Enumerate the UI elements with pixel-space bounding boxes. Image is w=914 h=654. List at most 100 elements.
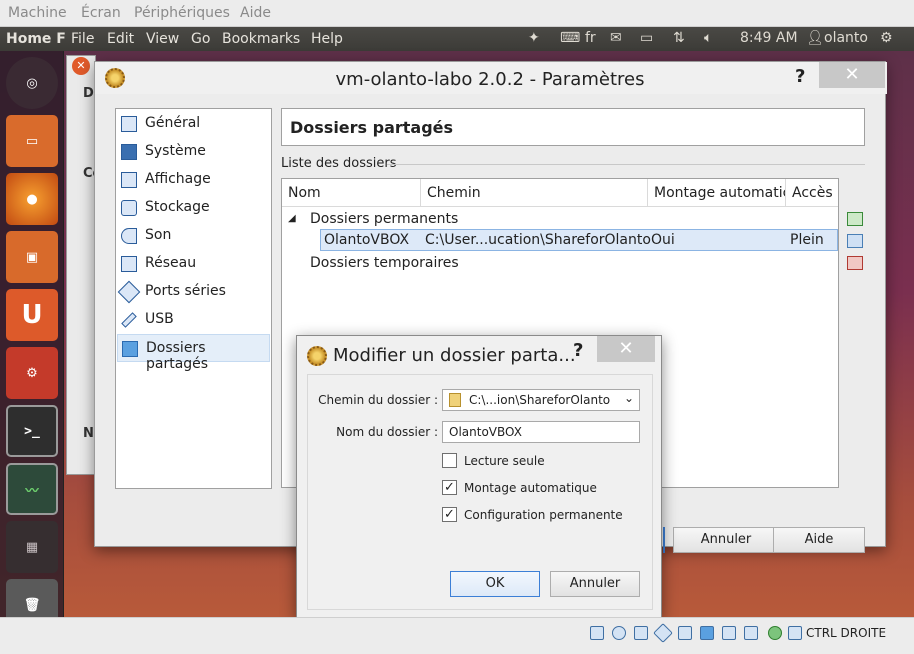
remove-folder-icon[interactable] [847,256,863,270]
settings-titlebar: vm-olanto-labo 2.0.2 - Paramètres ? ✕ [95,62,887,94]
ok-button[interactable]: OK [450,571,540,597]
firefox-icon[interactable]: ● [6,173,58,225]
bg-close-icon[interactable]: ✕ [72,57,90,75]
menu-go[interactable]: Go [191,31,210,47]
menu-file[interactable]: File [71,31,94,47]
software-center-icon[interactable]: ▣ [6,231,58,283]
volume-icon[interactable]: 🔈︎ [704,30,712,46]
system-monitor-icon[interactable]: 〰 [6,463,58,515]
host-menu-peripheriques[interactable]: Périphériques [134,5,230,21]
unity-launcher: ◎ ▭ ● ▣ U ⚙ >_ 〰 ▦ 🗑︎ [0,51,64,617]
nav-item-son[interactable]: Son [117,222,270,250]
user-icon[interactable]: 👤︎ [806,30,824,46]
user-name[interactable]: olanto [824,30,868,46]
nav-label: Ports séries [145,283,226,299]
menu-help[interactable]: Help [311,31,343,47]
clock[interactable]: 8:49 AM [740,30,798,46]
edit-folder-icon[interactable] [847,234,863,248]
monitor-icon [121,172,137,188]
bg-label-1: D [83,86,94,101]
host-menu-machine[interactable]: Machine [8,5,67,21]
nav-label: Général [145,115,201,131]
mail-icon[interactable]: ✉ [610,30,622,46]
add-folder-icon[interactable] [847,212,863,226]
dialog-title: Modifier un dossier parta... [333,345,576,366]
video-capture-icon[interactable] [744,626,758,640]
chevron-down-icon[interactable]: ⌄ [624,391,634,405]
nav-item-general[interactable]: Général [117,110,270,138]
bg-label-3: N [83,426,94,441]
host-menu-aide[interactable]: Aide [240,5,271,21]
col-header-acces[interactable]: Accès [786,179,838,207]
col-header-nom[interactable]: Nom [282,179,421,207]
virtualbox-gear-icon [307,346,327,366]
keyboard-capture-icon[interactable] [788,626,802,640]
display-status-icon[interactable] [722,626,736,640]
nav-item-systeme[interactable]: Système [117,138,270,166]
battery-icon[interactable]: ▭ [640,30,653,46]
system-gear-icon[interactable]: ⚙ [880,30,893,46]
keyboard-layout[interactable]: fr [585,30,596,46]
group-temporary[interactable]: Dossiers temporaires [310,255,459,271]
menu-view[interactable]: View [146,31,179,47]
group-permanent[interactable]: Dossiers permanents [310,211,458,227]
auto-mount-label[interactable]: Montage automatique [464,481,597,495]
mouse-integration-icon[interactable] [768,626,782,640]
disk-icon [121,200,137,216]
nav-item-dossiers-partages[interactable]: Dossiers partagés [117,334,270,372]
ubuntu-dash-icon[interactable]: ◎ [6,57,58,109]
close-button[interactable]: ✕ [597,336,655,362]
nav-item-ports-series[interactable]: Ports séries [117,278,270,306]
serial-port-icon [117,280,141,304]
read-only-label[interactable]: Lecture seule [464,454,545,468]
nav-item-affichage[interactable]: Affichage [117,166,270,194]
menu-bookmarks[interactable]: Bookmarks [222,31,300,47]
edit-shared-folder-dialog: Modifier un dossier parta... ? ✕ Chemin … [296,335,662,617]
menu-edit[interactable]: Edit [107,31,134,47]
help-text-button[interactable]: Aide [773,527,865,553]
auto-mount-checkbox[interactable]: ✓ [442,480,457,495]
page-header: Dossiers partagés [281,108,865,146]
help-button[interactable]: ? [573,340,583,361]
col-header-chemin[interactable]: Chemin [421,179,648,207]
permanent-checkbox[interactable]: ✓ [442,507,457,522]
guest-screen: Home F File Edit View Go Bookmarks Help … [0,27,914,617]
files-icon[interactable]: ▭ [6,115,58,167]
cancel-button[interactable]: Annuler [673,527,779,553]
system-settings-icon[interactable]: ⚙ [6,347,58,399]
permanent-label[interactable]: Configuration permanente [464,508,623,522]
workspace-switcher-icon[interactable]: ▦ [6,521,58,573]
optical-drive-icon[interactable] [612,626,626,640]
nav-item-usb[interactable]: USB [117,306,270,334]
row-access: Plein [790,232,824,248]
trash-icon[interactable]: 🗑︎ [6,579,58,617]
host-menu-ecran[interactable]: Écran [81,5,121,21]
folder-name-input[interactable]: OlantoVBOX [442,421,640,443]
hard-disk-icon[interactable] [590,626,604,640]
expand-triangle-icon[interactable]: ◢ [288,213,296,224]
page-title: Dossiers partagés [290,118,454,137]
network-icon[interactable]: ⇅ [673,30,685,46]
nav-item-stockage[interactable]: Stockage [117,194,270,222]
active-app-name: Home F [6,31,66,47]
host-key-label: CTRL DROITE [806,626,887,640]
chip-icon [121,144,137,160]
cancel-button[interactable]: Annuler [550,571,640,597]
dropbox-icon[interactable]: ✦ [528,30,540,46]
shared-folders-status-icon[interactable] [700,626,714,640]
folder-path-select[interactable]: C:\...ion\ShareforOlanto ⌄ [442,389,640,411]
keyboard-icon[interactable]: ⌨ [560,30,580,46]
nav-label: Son [145,227,172,243]
folder-list-label: Liste des dossiers [281,156,397,171]
col-header-montage[interactable]: Montage automatic [648,179,786,207]
help-button[interactable]: ? [795,66,805,87]
ubuntu-one-icon[interactable]: U [6,289,58,341]
floppy-icon[interactable] [634,626,648,640]
nav-item-reseau[interactable]: Réseau [117,250,270,278]
read-only-checkbox[interactable] [442,453,457,468]
row-auto-mount: Oui [651,232,675,248]
usb-status-icon[interactable] [653,623,673,643]
network-status-icon[interactable] [678,626,692,640]
close-button[interactable]: ✕ [819,62,885,88]
terminal-icon[interactable]: >_ [6,405,58,457]
